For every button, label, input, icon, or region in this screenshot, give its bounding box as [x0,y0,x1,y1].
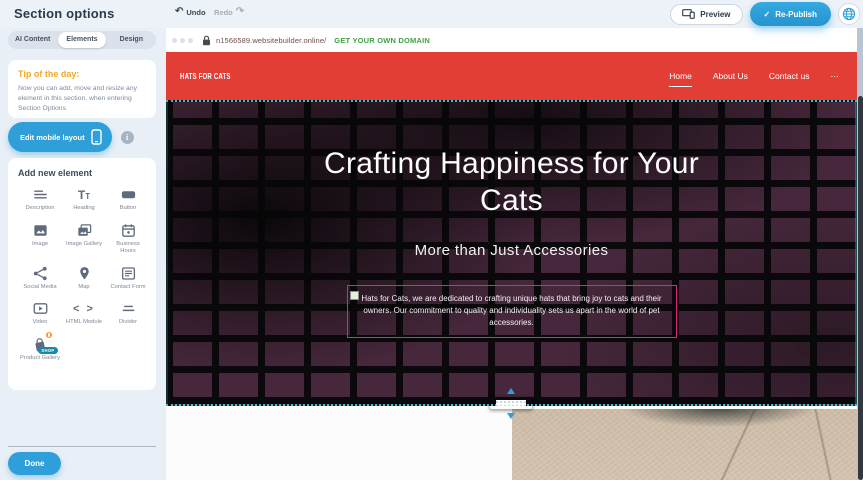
scrollbar-thumb[interactable] [858,96,863,480]
devices-icon [682,9,695,19]
globe-icon [842,7,856,21]
site-url: n1566589.websitebuilder.online/ [216,36,326,45]
divider-icon [120,300,137,317]
sidebar-tabs: AI Content Elements Design [8,31,156,49]
add-element-product-gallery[interactable]: SHOP Product Gallery [18,336,62,363]
resize-arrow-down-icon [507,413,515,419]
video-icon [32,300,49,317]
site-logo[interactable]: HATS FOR CATS [180,71,231,81]
get-own-domain-link[interactable]: GET YOUR OWN DOMAIN [334,36,430,45]
language-globe-button[interactable] [838,3,860,25]
app-window: Section options ↶ Undo Redo ↷ Preview ✓ … [0,0,863,480]
redo-icon: ↷ [236,7,244,17]
redo-button[interactable]: Redo ↷ [214,7,244,17]
add-element-title: Add new element [18,168,150,178]
hero-subheading[interactable]: More than Just Accessories [415,242,609,259]
add-element-video[interactable]: Video [18,300,62,327]
new-notification-badge [45,331,53,339]
add-new-element-panel: Add new element Description TT Heading [8,158,156,390]
add-element-heading[interactable]: TT Heading [62,186,106,213]
resize-arrow-up-icon [507,388,515,394]
add-element-divider[interactable]: Divider [106,300,150,327]
add-element-map[interactable]: Map [62,265,106,292]
element-grid: Description TT Heading Button [18,186,150,362]
tip-body: Now you can add, move and resize any ele… [18,84,146,114]
product-gallery-icon: SHOP [32,336,49,353]
map-pin-icon [76,265,93,282]
nav-home[interactable]: Home [669,71,692,81]
browser-dots [172,38,193,43]
hero-section-selected[interactable]: Crafting Happiness for Your Cats More th… [166,100,857,406]
edit-mobile-label: Edit mobile layout [20,133,85,142]
image-gallery-icon [76,222,93,239]
add-element-contact-form[interactable]: Contact Form [106,265,150,292]
preview-button[interactable]: Preview [670,4,742,25]
hero-heading[interactable]: Crafting Happiness for Your Cats [292,146,732,220]
add-element-description[interactable]: Description [18,186,62,213]
editor-sidebar: AI Content Elements Design Tip of the da… [0,0,166,480]
browser-dot [180,38,185,43]
resize-grip[interactable] [489,396,533,410]
tip-title: Tip of the day: [18,69,146,79]
done-button[interactable]: Done [8,452,61,475]
contact-form-icon [120,265,137,282]
edit-mobile-layout-button[interactable]: Edit mobile layout [8,122,112,152]
tip-of-the-day-card: Tip of the day: Now you can add, move an… [8,60,156,118]
republish-label: Re-Publish [775,10,817,19]
button-icon [120,186,137,203]
hero-paragraph-selection-box[interactable]: Hats for Cats, we are dedicated to craft… [347,285,677,338]
add-element-image-gallery[interactable]: Image Gallery [62,222,106,256]
nav-about-us[interactable]: About Us [713,71,748,81]
element-drag-handle[interactable] [350,291,359,300]
lock-icon [202,35,211,46]
sidebar-divider [8,446,156,447]
republish-button[interactable]: ✓ Re-Publish [750,2,831,26]
editor-topbar: Section options ↶ Undo Redo ↷ Preview ✓ … [0,0,863,28]
undo-button[interactable]: ↶ Undo [175,7,206,17]
phone-icon [91,129,102,145]
text-lines-icon [32,186,49,203]
undo-label: Undo [186,8,205,17]
heading-icon: TT [78,186,90,203]
page-title: Section options [14,6,115,21]
section-resize-handle[interactable] [489,393,533,413]
business-hours-icon [120,222,137,239]
nav-contact-us[interactable]: Contact us [769,71,810,81]
site-nav: Home About Us Contact us ⋯ [669,52,839,100]
check-icon: ✓ [764,10,771,19]
code-icon: < > [73,300,95,317]
add-element-button[interactable]: Button [106,186,150,213]
add-element-social-media[interactable]: Social Media [18,265,62,292]
next-section-image [512,409,857,480]
browser-dot [172,38,177,43]
browser-dot [188,38,193,43]
tab-design[interactable]: Design [108,32,155,48]
hero-paragraph[interactable]: Hats for Cats, we are dedicated to craft… [352,293,672,329]
info-icon[interactable]: i [121,131,134,144]
shop-badge: SHOP [38,347,57,354]
topbar-actions: Preview ✓ Re-Publish [670,2,860,26]
image-icon [32,222,49,239]
add-element-html-module[interactable]: < > HTML Module [62,300,106,327]
site-header[interactable]: HATS FOR CATS Home About Us Contact us ⋯ [166,52,857,100]
preview-label: Preview [700,10,730,19]
edit-mobile-row: Edit mobile layout i [8,122,134,152]
add-element-image[interactable]: Image [18,222,62,256]
share-icon [32,265,49,282]
redo-label: Redo [214,8,233,17]
preview-scrollbar[interactable] [857,28,863,480]
nav-more-icon[interactable]: ⋯ [831,71,840,82]
tab-elements[interactable]: Elements [58,32,105,48]
browser-bar: n1566589.websitebuilder.online/ GET YOUR… [166,28,857,52]
undo-icon: ↶ [175,7,183,17]
add-element-business-hours[interactable]: Business Hours [106,222,150,256]
tab-ai-content[interactable]: AI Content [9,32,56,48]
